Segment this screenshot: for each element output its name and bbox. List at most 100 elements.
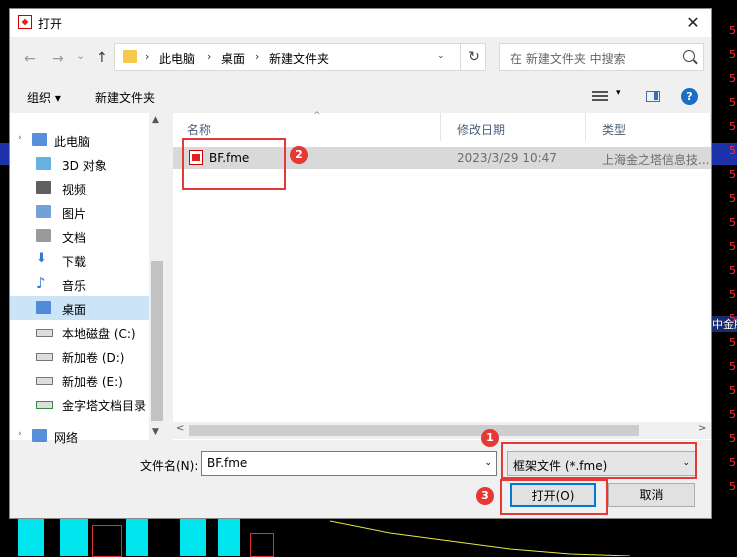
sidebar-item-label: 文档 <box>62 231 87 245</box>
column-header-modified-label: 修改日期 <box>457 123 506 137</box>
column-header-name[interactable]: 名称 ^ <box>173 111 440 141</box>
background-volume-bar <box>92 525 122 557</box>
sidebar-item-label: 3D 对象 <box>62 159 107 173</box>
scroll-left-icon[interactable]: < <box>176 423 184 434</box>
column-header-type-label: 类型 <box>602 123 627 137</box>
forward-button[interactable]: → <box>52 51 64 67</box>
expand-chevron-icon[interactable]: › <box>18 429 22 439</box>
background-volume-bar <box>218 519 240 556</box>
computer-icon <box>32 133 47 146</box>
background-price-value: 5 <box>729 72 736 85</box>
filename-dropdown-icon[interactable]: ⌄ <box>484 458 492 468</box>
open-file-dialog: 打开 ✕ ← → ⌄ ↑ › 此电脑 › 桌面 › 新建文件夹 ⌄ ↻ 在 新建… <box>9 8 712 519</box>
breadcrumb-desktop[interactable]: 桌面 <box>221 50 245 67</box>
sidebar-item[interactable]: 桌面 <box>10 296 150 320</box>
expand-chevron-icon[interactable]: › <box>18 133 22 143</box>
sidebar-item[interactable]: 文档 <box>10 224 150 248</box>
scroll-thumb[interactable] <box>189 425 639 436</box>
drive-icon <box>36 353 53 361</box>
background-price-value: 5 <box>729 120 736 133</box>
cube-icon <box>36 157 51 170</box>
sidebar-item[interactable]: › 网络 <box>10 424 150 448</box>
scroll-up-icon[interactable]: ▲ <box>152 115 159 125</box>
sidebar-item-label: 下载 <box>62 255 87 269</box>
sidebar-item[interactable]: 图片 <box>10 200 150 224</box>
column-header-type[interactable]: 类型 <box>588 113 711 141</box>
file-type: 上海金之塔信息技... <box>602 153 710 167</box>
drive-icon <box>36 329 53 337</box>
sidebar-item-label: 新加卷 (D:) <box>62 351 125 365</box>
sidebar-item[interactable]: › 此电脑 <box>10 128 150 152</box>
organize-button[interactable]: 组织 ▾ <box>27 89 61 106</box>
file-modified: 2023/3/29 10:47 <box>457 151 557 165</box>
close-button[interactable]: ✕ <box>675 9 711 37</box>
sidebar-item-label: 此电脑 <box>54 135 91 149</box>
help-icon[interactable]: ? <box>681 88 698 105</box>
background-price-value: 5 <box>729 168 736 181</box>
scroll-down-icon[interactable]: ▼ <box>152 427 159 437</box>
background-volume-bar <box>60 519 88 556</box>
background-volume-bar <box>126 519 148 556</box>
breadcrumb-separator[interactable]: › <box>255 50 259 63</box>
sidebar-item[interactable]: 新加卷 (E:) <box>10 368 150 392</box>
column-divider[interactable] <box>710 113 711 141</box>
background-volume-bar <box>250 533 274 557</box>
dialog-title: 打开 <box>38 17 63 31</box>
sidebar-item-label: 网络 <box>54 431 79 445</box>
background-price-value: 5 <box>729 456 736 469</box>
back-button[interactable]: ← <box>24 51 36 67</box>
search-icon <box>683 50 695 62</box>
sidebar-item[interactable]: 新加卷 (D:) <box>10 344 150 368</box>
view-dropdown-icon[interactable]: ▾ <box>616 88 621 98</box>
breadcrumb-separator[interactable]: › <box>207 50 211 63</box>
document-icon <box>36 229 51 242</box>
navigation-scrollbar[interactable]: ▲ ▼ <box>149 113 165 440</box>
sidebar-item[interactable]: 3D 对象 <box>10 152 150 176</box>
breadcrumb-new-folder[interactable]: 新建文件夹 <box>269 50 329 67</box>
filename-input[interactable] <box>205 455 479 471</box>
preview-pane-icon[interactable] <box>646 91 660 102</box>
column-divider[interactable] <box>440 113 441 141</box>
search-box[interactable]: 在 新建文件夹 中搜索 <box>499 43 704 71</box>
background-price-value: 5 <box>729 240 736 253</box>
background-price-value: 5 <box>729 144 736 157</box>
sidebar-item[interactable]: 本地磁盘 (C:) <box>10 320 150 344</box>
title-bar: 打开 ✕ <box>10 9 711 37</box>
sidebar-item[interactable]: 视频 <box>10 176 150 200</box>
refresh-button[interactable]: ↻ <box>460 44 487 70</box>
desktop-icon <box>36 301 51 314</box>
background-price-value: 5 <box>729 192 736 205</box>
column-header-modified[interactable]: 修改日期 <box>443 113 585 141</box>
music-icon: ♪ <box>36 274 46 292</box>
highlight-filetype <box>501 442 697 479</box>
cancel-button[interactable]: 取消 <box>608 483 695 507</box>
sidebar-item-label: 音乐 <box>62 279 87 293</box>
new-folder-button[interactable]: 新建文件夹 <box>95 89 155 106</box>
command-bar: 组织 ▾ 新建文件夹 ▾ ? <box>10 83 711 111</box>
sidebar-item-label: 图片 <box>62 207 87 221</box>
sidebar-item[interactable]: 金字塔文档目录 <box>10 392 150 416</box>
recent-locations-button[interactable]: ⌄ <box>76 49 85 62</box>
file-list-horizontal-scrollbar[interactable]: < > <box>173 422 711 439</box>
sidebar-item-label: 桌面 <box>62 303 87 317</box>
highlight-file <box>182 138 286 190</box>
column-divider[interactable] <box>585 113 586 141</box>
network-drive-icon <box>36 401 53 409</box>
up-button[interactable]: ↑ <box>96 50 108 66</box>
sidebar-item[interactable]: ⬇ 下载 <box>10 248 150 272</box>
folder-icon <box>123 50 137 63</box>
background-price-value: 5 <box>729 336 736 349</box>
column-header-name-label: 名称 <box>187 123 212 137</box>
sidebar-item-label: 新加卷 (E:) <box>62 375 123 389</box>
view-options-icon[interactable] <box>592 89 608 103</box>
address-bar[interactable]: › 此电脑 › 桌面 › 新建文件夹 ⌄ ↻ <box>114 43 486 71</box>
highlight-open-button <box>500 479 608 515</box>
address-dropdown-icon[interactable]: ⌄ <box>437 51 445 61</box>
scroll-thumb[interactable] <box>151 261 163 421</box>
breadcrumb-this-pc[interactable]: 此电脑 <box>159 50 195 67</box>
background-price-value: 5 <box>729 408 736 421</box>
breadcrumb-separator[interactable]: › <box>145 50 149 63</box>
scroll-right-icon[interactable]: > <box>698 423 706 434</box>
sidebar-item[interactable]: ♪ 音乐 <box>10 272 150 296</box>
filename-field[interactable]: ⌄ <box>201 451 497 476</box>
